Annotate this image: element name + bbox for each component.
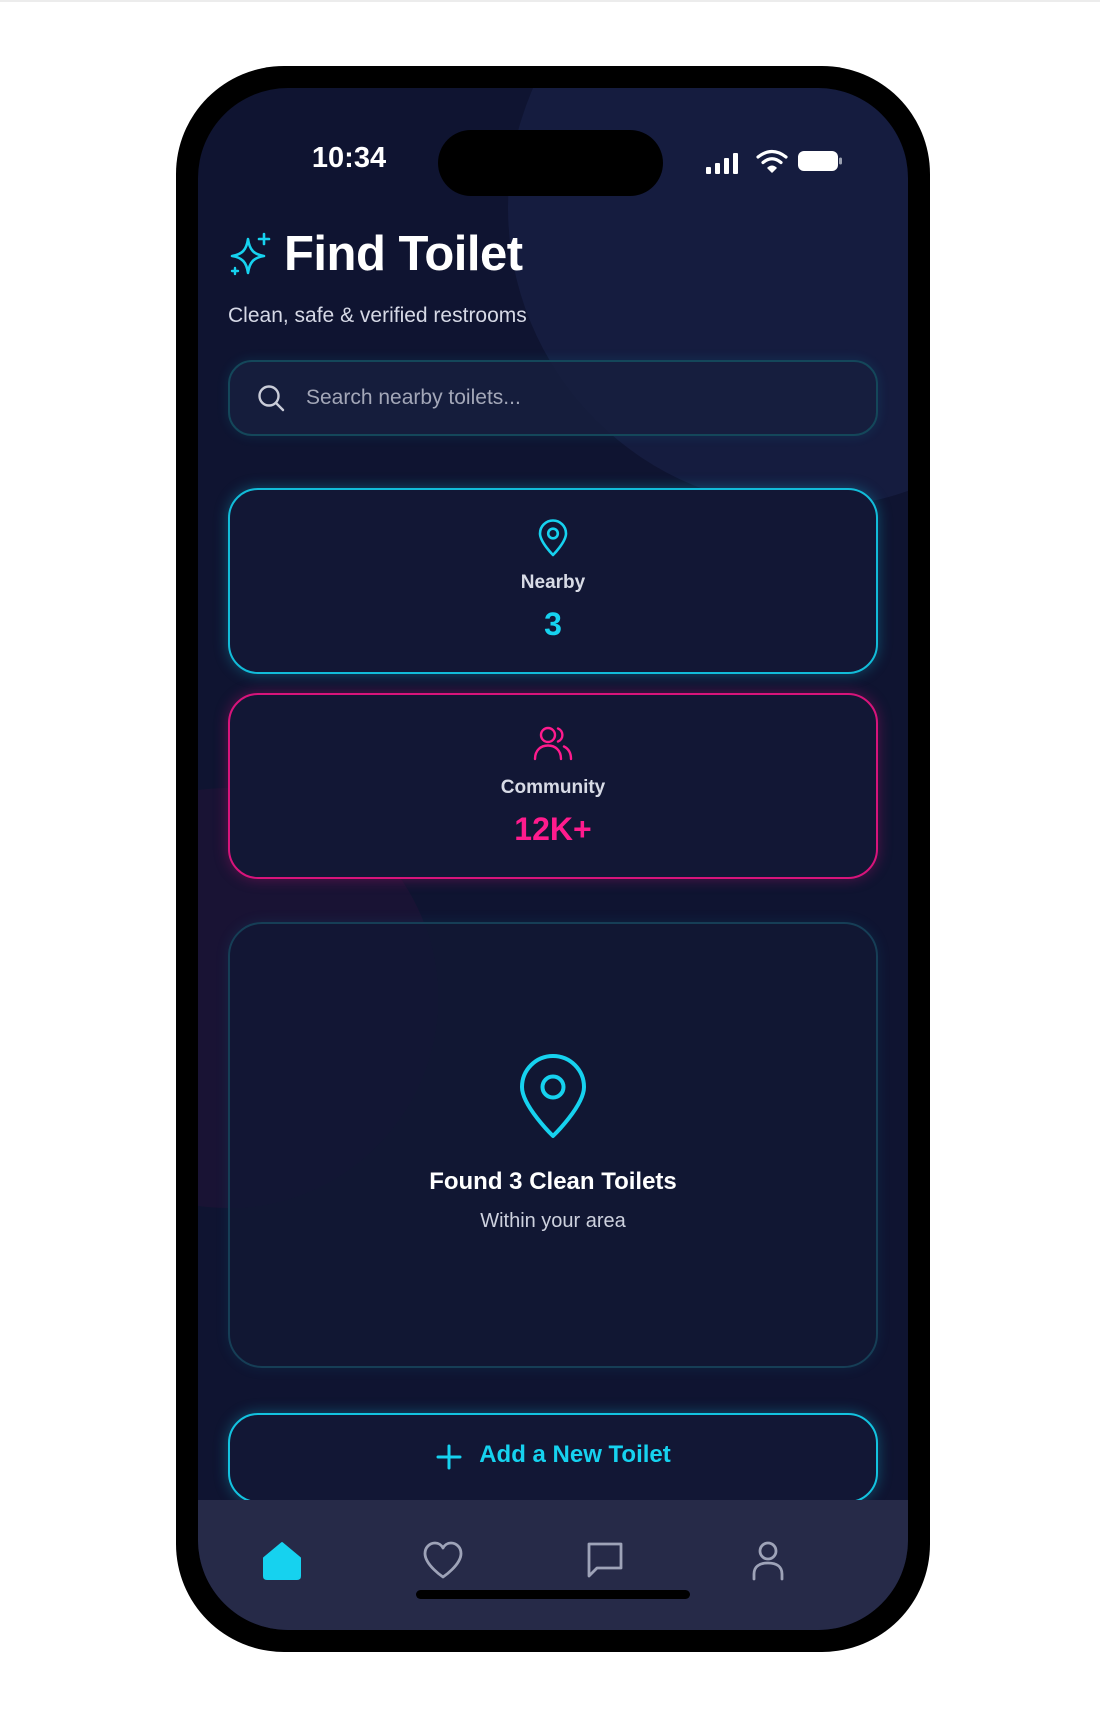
page-subtitle: Clean, safe & verified restrooms xyxy=(228,304,527,327)
status-icons xyxy=(706,148,856,178)
page-top-border xyxy=(0,0,1100,2)
results-card[interactable]: Found 3 Clean Toilets Within your area xyxy=(228,922,878,1368)
heart-icon xyxy=(423,1541,463,1579)
stat-label: Community xyxy=(500,777,606,798)
search-input[interactable] xyxy=(306,386,806,410)
plus-icon xyxy=(436,1444,462,1470)
stat-value: 3 xyxy=(544,606,562,642)
page-title: Find Toilet xyxy=(284,227,523,281)
results-title: Found 3 Clean Toilets xyxy=(429,1168,677,1195)
home-icon xyxy=(263,1542,301,1580)
chat-icon xyxy=(587,1542,623,1578)
search-icon xyxy=(258,385,285,412)
tab-profile[interactable] xyxy=(746,1538,790,1582)
tab-bar xyxy=(198,1500,908,1630)
sparkle-icon xyxy=(230,232,271,276)
stat-value: 12K+ xyxy=(514,811,592,847)
map-pin-icon xyxy=(520,1054,586,1138)
home-indicator[interactable] xyxy=(416,1590,690,1599)
title-row: Find Toilet xyxy=(228,224,878,284)
users-icon xyxy=(533,726,573,761)
signal-icon xyxy=(706,152,746,174)
stat-card-nearby[interactable]: Nearby 3 xyxy=(228,488,878,674)
status-time: 10:34 xyxy=(311,142,387,174)
tab-favorites[interactable] xyxy=(421,1538,465,1582)
add-toilet-button[interactable]: Add a New Toilet xyxy=(228,1413,878,1503)
tab-home[interactable] xyxy=(260,1538,304,1582)
results-subtitle: Within your area xyxy=(480,1210,626,1232)
app-screen: 10:34 Find Toilet Clean, safe & verified… xyxy=(198,88,908,1630)
tab-messages[interactable] xyxy=(583,1538,627,1582)
wifi-icon xyxy=(756,149,788,173)
user-icon xyxy=(752,1541,784,1581)
phone-frame: 10:34 Find Toilet Clean, safe & verified… xyxy=(176,66,930,1652)
search-bar[interactable] xyxy=(228,360,878,436)
map-pin-icon xyxy=(538,519,568,557)
dynamic-island xyxy=(438,130,663,196)
stat-label: Nearby xyxy=(520,572,586,593)
add-toilet-label: Add a New Toilet xyxy=(479,1441,671,1468)
battery-icon xyxy=(798,151,842,171)
stat-card-community[interactable]: Community 12K+ xyxy=(228,693,878,879)
page-header: Find Toilet Clean, safe & verified restr… xyxy=(228,224,878,328)
